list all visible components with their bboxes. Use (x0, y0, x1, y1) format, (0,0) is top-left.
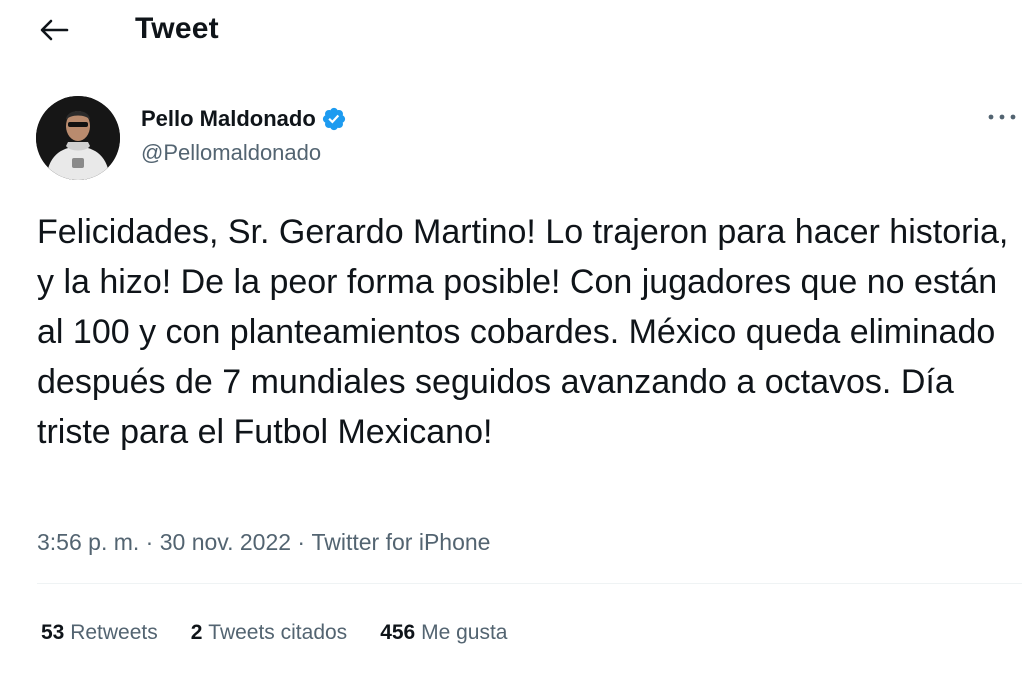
tweet-source[interactable]: Twitter for iPhone (311, 529, 490, 556)
likes-stat[interactable]: 456 Me gusta (380, 621, 507, 645)
stat-label: Tweets citados (208, 621, 348, 644)
arrow-left-icon (40, 19, 69, 41)
tweet-header: Tweet (0, 0, 1032, 62)
tweet-metadata: 3:56 p. m. · 30 nov. 2022 · Twitter for … (37, 529, 490, 556)
avatar-image (36, 96, 120, 180)
meta-separator: · (291, 529, 312, 555)
avatar[interactable] (36, 96, 120, 180)
author-name-row[interactable]: Pello Maldonado (141, 104, 347, 134)
tweet-date[interactable]: 30 nov. 2022 (160, 529, 291, 556)
stat-count: 53 (41, 621, 65, 644)
author-name[interactable]: Pello Maldonado (141, 106, 316, 132)
verified-badge-icon (322, 107, 345, 131)
stat-count: 456 (380, 621, 416, 644)
quote-tweets-stat[interactable]: 2 Tweets citados (191, 621, 347, 645)
stat-label: Me gusta (421, 621, 508, 644)
tweet-text: Felicidades, Sr. Gerardo Martino! Lo tra… (37, 213, 1018, 451)
retweets-stat[interactable]: 53 Retweets (41, 621, 158, 645)
more-options-button[interactable] (980, 102, 1024, 132)
divider (37, 583, 1022, 584)
back-button[interactable] (30, 10, 78, 50)
stat-label: Retweets (70, 621, 158, 644)
author-handle[interactable]: @Pellomaldonado (141, 140, 321, 166)
more-horizontal-icon (988, 114, 1016, 120)
tweet-stats: 53 Retweets 2 Tweets citados 456 Me gust… (41, 621, 540, 645)
tweet-time[interactable]: 3:56 p. m. (37, 529, 139, 556)
page-title: Tweet (135, 12, 219, 45)
meta-separator: · (139, 529, 160, 555)
stat-count: 2 (190, 621, 203, 644)
